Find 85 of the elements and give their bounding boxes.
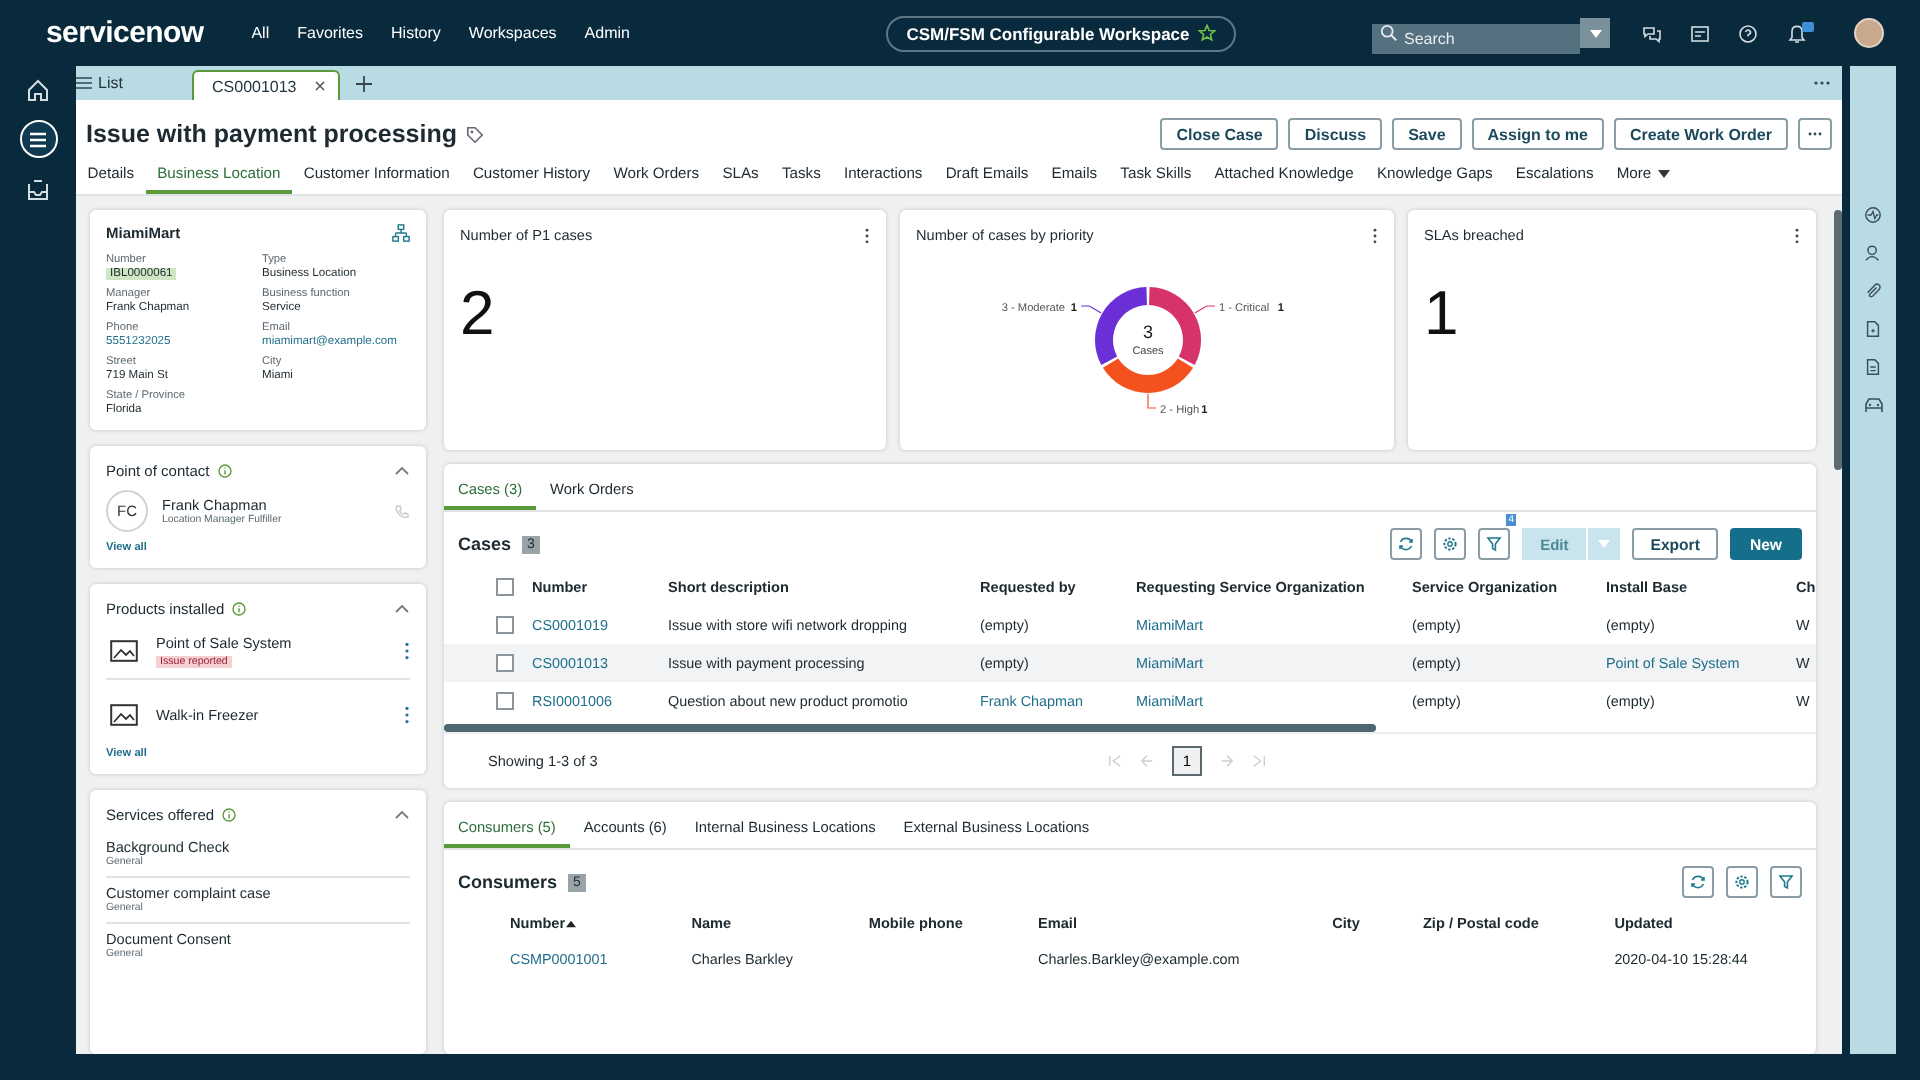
refresh-button[interactable] xyxy=(1390,528,1423,560)
workspace-selector[interactable]: CSM/FSM Configurable Workspace xyxy=(886,15,1236,51)
leader-line xyxy=(1146,393,1156,409)
refresh-icon xyxy=(1398,536,1415,552)
chevron-up-icon[interactable] xyxy=(394,466,410,476)
refresh-icon xyxy=(1690,874,1706,890)
logo[interactable]: servicenow xyxy=(46,16,204,50)
plus-icon[interactable] xyxy=(356,75,372,91)
chevron-up-icon[interactable] xyxy=(394,604,410,614)
action-button[interactable]: Save xyxy=(1392,118,1462,150)
settings-icon xyxy=(1734,874,1750,890)
metric-value: 1 xyxy=(1422,276,1461,350)
chevron-up-icon[interactable] xyxy=(394,810,410,820)
image-icon xyxy=(110,639,138,661)
info-icon[interactable] xyxy=(222,808,237,822)
help-icon[interactable] xyxy=(1738,23,1758,43)
list-icon xyxy=(28,129,48,149)
horizontal-scrollbar[interactable] xyxy=(444,724,1377,732)
filter-icon xyxy=(1486,536,1503,552)
image-icon xyxy=(110,703,138,725)
info-icon[interactable] xyxy=(217,464,232,478)
more-vertical-icon[interactable] xyxy=(404,641,410,659)
action-button[interactable]: Discuss xyxy=(1288,118,1383,150)
row-checkbox[interactable] xyxy=(496,692,514,710)
settings-button[interactable] xyxy=(1434,528,1467,560)
filter-icon xyxy=(1778,874,1794,890)
more-vertical-icon[interactable] xyxy=(1794,227,1800,243)
nav-link[interactable]: Workspaces xyxy=(468,24,557,42)
list-title: Consumers xyxy=(458,872,558,892)
leader-line xyxy=(1193,305,1215,314)
bell-icon[interactable] xyxy=(1786,21,1814,45)
nav-link[interactable]: Admin xyxy=(584,24,630,42)
action-button[interactable]: Create Work Order xyxy=(1614,118,1788,150)
search-field[interactable]: Search xyxy=(1372,24,1580,54)
leader-line xyxy=(1079,305,1101,314)
more-vertical-icon[interactable] xyxy=(404,705,410,723)
paperclip-icon[interactable] xyxy=(1864,282,1882,300)
search-scope-dropdown[interactable] xyxy=(1580,18,1610,48)
select-all-checkbox[interactable] xyxy=(496,578,514,596)
caret-icon xyxy=(1589,29,1601,37)
row-checkbox[interactable] xyxy=(496,654,514,672)
record-tab[interactable]: CS0001013 xyxy=(192,70,340,100)
metric-value: 2 xyxy=(458,276,497,350)
action-button[interactable]: Close Case xyxy=(1160,118,1279,150)
chat-bubbles-icon[interactable] xyxy=(1642,23,1662,43)
inbox-icon xyxy=(26,177,50,201)
sort-ascending-icon[interactable] xyxy=(565,920,576,928)
person-search-icon[interactable] xyxy=(1864,244,1882,262)
form-icon[interactable] xyxy=(1690,23,1710,43)
search-icon xyxy=(1380,24,1398,42)
more-vertical-icon[interactable] xyxy=(1372,227,1378,243)
vertical-scrollbar[interactable] xyxy=(1834,210,1842,470)
settings-icon xyxy=(1442,536,1459,552)
action-button[interactable]: Assign to me xyxy=(1471,118,1604,150)
donut-total: 3 xyxy=(1142,322,1152,342)
more-icon[interactable] xyxy=(1814,80,1830,86)
row-checkbox[interactable] xyxy=(496,616,514,634)
caret-icon xyxy=(1657,169,1670,177)
vehicle-icon[interactable] xyxy=(1863,396,1883,414)
more-actions-button[interactable] xyxy=(1798,118,1832,150)
settings-button[interactable] xyxy=(1726,866,1758,898)
star-icon[interactable] xyxy=(1197,24,1216,42)
home-icon xyxy=(26,77,50,101)
filter-button[interactable] xyxy=(1770,866,1802,898)
nav-link[interactable]: History xyxy=(391,24,441,42)
donut-slice[interactable] xyxy=(1101,358,1193,393)
nav-rail-button[interactable] xyxy=(19,120,57,158)
hierarchy-icon[interactable] xyxy=(392,224,410,242)
refresh-button[interactable] xyxy=(1682,866,1714,898)
nav-link[interactable]: Favorites xyxy=(297,24,364,42)
tag-icon[interactable] xyxy=(466,125,485,143)
caret-icon xyxy=(1598,540,1611,548)
more-vertical-icon[interactable] xyxy=(864,227,870,243)
info-icon[interactable] xyxy=(232,602,247,616)
nav-link[interactable]: All xyxy=(251,24,270,42)
user-avatar[interactable] xyxy=(1854,18,1884,48)
list-title: Cases xyxy=(458,534,512,554)
filter-button[interactable] xyxy=(1478,528,1511,560)
menu-icon xyxy=(76,76,92,90)
close-icon[interactable] xyxy=(314,80,326,92)
document-icon[interactable] xyxy=(1864,320,1882,338)
record-title: Issue with payment processing xyxy=(86,120,457,148)
list-button[interactable]: List xyxy=(76,74,176,92)
pulse-icon[interactable] xyxy=(1864,206,1882,224)
report-icon[interactable] xyxy=(1864,358,1882,376)
